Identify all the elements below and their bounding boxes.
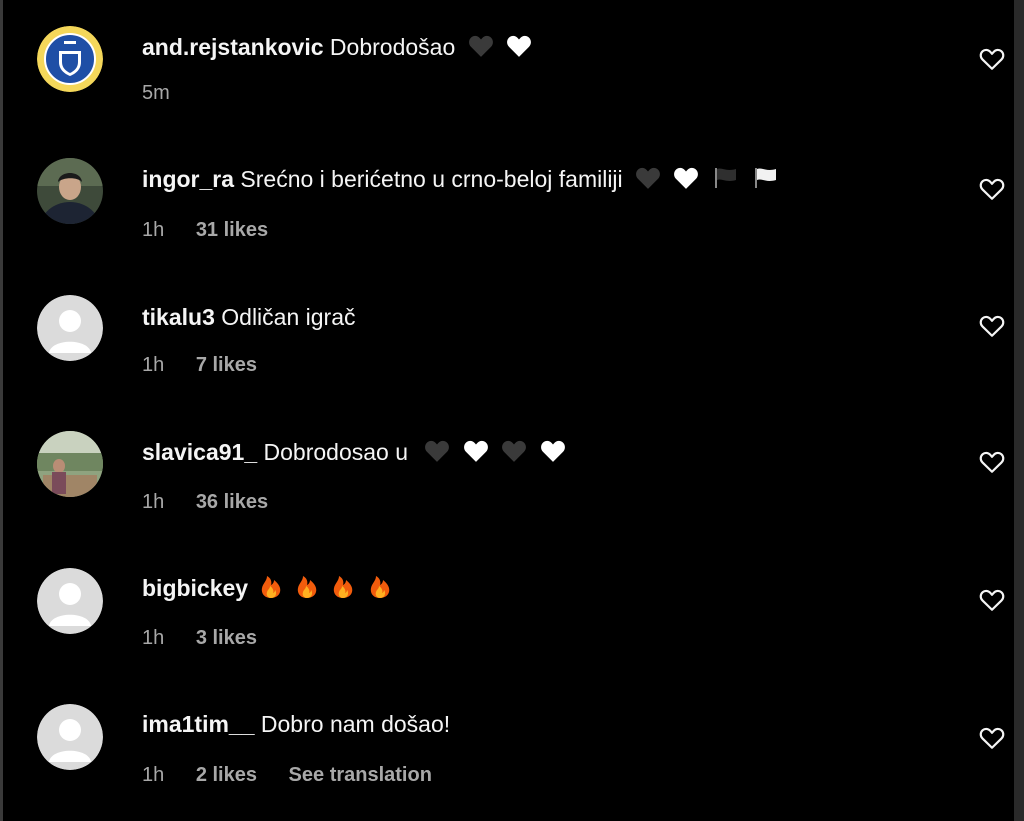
comment-likes[interactable]: 7 likes bbox=[196, 354, 257, 376]
comment-username[interactable]: tikalu3 bbox=[142, 304, 215, 330]
white-flag-icon bbox=[752, 166, 780, 190]
comment-item: ima1tim__ Dobro nam došao! 1h 2 likes Se… bbox=[0, 680, 1014, 816]
comment-item: tikalu3 Odličan igrač 1h 7 likes bbox=[0, 272, 1014, 408]
comment-text: Dobrodošao bbox=[329, 34, 456, 60]
black-heart-icon bbox=[468, 34, 494, 58]
comment-username[interactable]: slavica91_ bbox=[142, 439, 257, 465]
default-avatar-icon bbox=[37, 568, 103, 634]
comment-time: 1h bbox=[142, 219, 165, 241]
comment-line: slavica91_ Dobrodosao u bbox=[142, 437, 566, 467]
comment-item: bigbickey 1h 3 likes bbox=[0, 544, 1014, 680]
comment-time: 5m bbox=[142, 82, 170, 104]
white-heart-icon bbox=[673, 166, 699, 190]
comment-username[interactable]: and.rejstankovic bbox=[142, 34, 324, 60]
comment-time: 1h bbox=[142, 764, 165, 786]
comment-text: Odličan igrač bbox=[221, 304, 356, 330]
black-heart-icon bbox=[635, 166, 661, 190]
black-heart-icon bbox=[501, 439, 527, 463]
heart-outline-icon bbox=[979, 589, 1005, 611]
like-comment-button[interactable] bbox=[979, 450, 1005, 474]
see-translation-link[interactable]: See translation bbox=[289, 764, 432, 786]
comment-text: Srećno i berićetno u crno-beloj familiji bbox=[240, 166, 623, 192]
club-crest-icon bbox=[37, 26, 103, 92]
comment-text: Dobro nam došao! bbox=[260, 711, 451, 737]
user-photo-icon bbox=[37, 158, 103, 224]
heart-outline-icon bbox=[979, 315, 1005, 337]
comment-time: 1h bbox=[142, 491, 165, 513]
like-comment-button[interactable] bbox=[979, 588, 1005, 612]
comment-meta: 1h 3 likes bbox=[142, 625, 283, 651]
avatar-default[interactable] bbox=[37, 704, 103, 770]
comment-line: tikalu3 Odličan igrač bbox=[142, 302, 356, 332]
comment-meta: 1h 36 likes bbox=[142, 489, 294, 515]
comment-line: and.rejstankovic Dobrodošao bbox=[142, 32, 532, 62]
like-comment-button[interactable] bbox=[979, 177, 1005, 201]
comment-text: Dobrodosao u bbox=[263, 439, 409, 465]
comment-username[interactable]: bigbickey bbox=[142, 575, 248, 601]
comment-username[interactable]: ingor_ra bbox=[142, 166, 234, 192]
comment-likes[interactable]: 31 likes bbox=[196, 219, 268, 241]
default-avatar-icon bbox=[37, 295, 103, 361]
user-photo-icon bbox=[37, 431, 103, 497]
fire-icon bbox=[259, 573, 283, 599]
heart-outline-icon bbox=[979, 451, 1005, 473]
comment-time: 1h bbox=[142, 627, 165, 649]
comment-line: bigbickey bbox=[142, 573, 392, 603]
like-comment-button[interactable] bbox=[979, 47, 1005, 71]
white-heart-icon bbox=[506, 34, 532, 58]
comment-item: slavica91_ Dobrodosao u 1h 36 likes bbox=[0, 408, 1014, 544]
avatar-photo[interactable] bbox=[37, 158, 103, 224]
fire-icon bbox=[368, 573, 392, 599]
comment-likes[interactable]: 36 likes bbox=[196, 491, 268, 513]
comment-item: and.rejstankovic Dobrodošao 5m bbox=[0, 0, 1014, 136]
comment-likes[interactable]: 3 likes bbox=[196, 627, 257, 649]
like-comment-button[interactable] bbox=[979, 726, 1005, 750]
fire-icon bbox=[295, 573, 319, 599]
comment-item: ingor_ra Srećno i berićetno u crno-beloj… bbox=[0, 136, 1014, 272]
white-heart-icon bbox=[540, 439, 566, 463]
heart-outline-icon bbox=[979, 727, 1005, 749]
black-flag-icon bbox=[712, 166, 740, 190]
comment-time: 1h bbox=[142, 354, 165, 376]
like-comment-button[interactable] bbox=[979, 314, 1005, 338]
comment-meta: 1h 7 likes bbox=[142, 352, 283, 378]
comment-list: and.rejstankovic Dobrodošao 5m ingor_ra … bbox=[0, 0, 1014, 821]
avatar-club-crest[interactable] bbox=[37, 26, 103, 92]
comment-meta: 1h 31 likes bbox=[142, 217, 294, 243]
default-avatar-icon bbox=[37, 704, 103, 770]
comment-meta: 1h 2 likes See translation bbox=[142, 762, 458, 788]
avatar-photo[interactable] bbox=[37, 431, 103, 497]
black-heart-icon bbox=[424, 439, 450, 463]
comment-line: ingor_ra Srećno i berićetno u crno-beloj… bbox=[142, 164, 780, 194]
comment-likes[interactable]: 2 likes bbox=[196, 764, 257, 786]
avatar-default[interactable] bbox=[37, 295, 103, 361]
fire-icon bbox=[331, 573, 355, 599]
white-heart-icon bbox=[463, 439, 489, 463]
window-right-edge bbox=[1014, 0, 1024, 821]
heart-outline-icon bbox=[979, 48, 1005, 70]
comment-username[interactable]: ima1tim__ bbox=[142, 711, 255, 737]
avatar-default[interactable] bbox=[37, 568, 103, 634]
comment-meta: 5m bbox=[142, 80, 196, 106]
heart-outline-icon bbox=[979, 178, 1005, 200]
comment-line: ima1tim__ Dobro nam došao! bbox=[142, 709, 450, 739]
